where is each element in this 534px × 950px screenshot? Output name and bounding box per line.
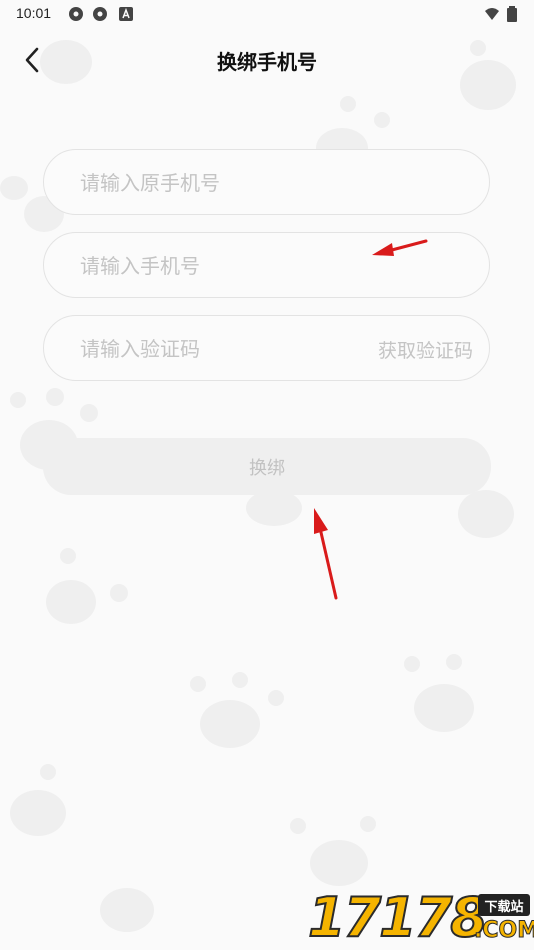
wifi-icon [485, 8, 499, 20]
page-title: 换绑手机号 [217, 50, 317, 74]
watermark-digits: 17178 [307, 886, 489, 949]
gear-icon [93, 7, 107, 21]
old-phone-input[interactable] [78, 150, 362, 216]
status-bar: 10:01 [0, 0, 534, 30]
verification-code-field: 获取验证码 [43, 315, 490, 382]
navigation-header: 换绑手机号 [0, 36, 534, 82]
rebind-submit-button[interactable]: 换绑 [43, 438, 491, 495]
new-phone-field [43, 232, 490, 299]
old-phone-field [43, 149, 490, 216]
new-phone-input[interactable] [78, 233, 362, 299]
verification-code-input[interactable] [78, 316, 342, 382]
status-time: 10:01 [16, 5, 52, 21]
annotation-arrow-submit [314, 508, 338, 600]
watermark-domain: .COM [473, 918, 534, 944]
site-watermark-logo: 17178 下载站 .COM [307, 886, 534, 949]
battery-icon [507, 6, 517, 22]
get-code-button[interactable]: 获取验证码 [378, 336, 473, 363]
app-a-icon [119, 7, 133, 21]
watermark-badge: 下载站 [478, 894, 530, 916]
gear-icon [69, 7, 83, 21]
